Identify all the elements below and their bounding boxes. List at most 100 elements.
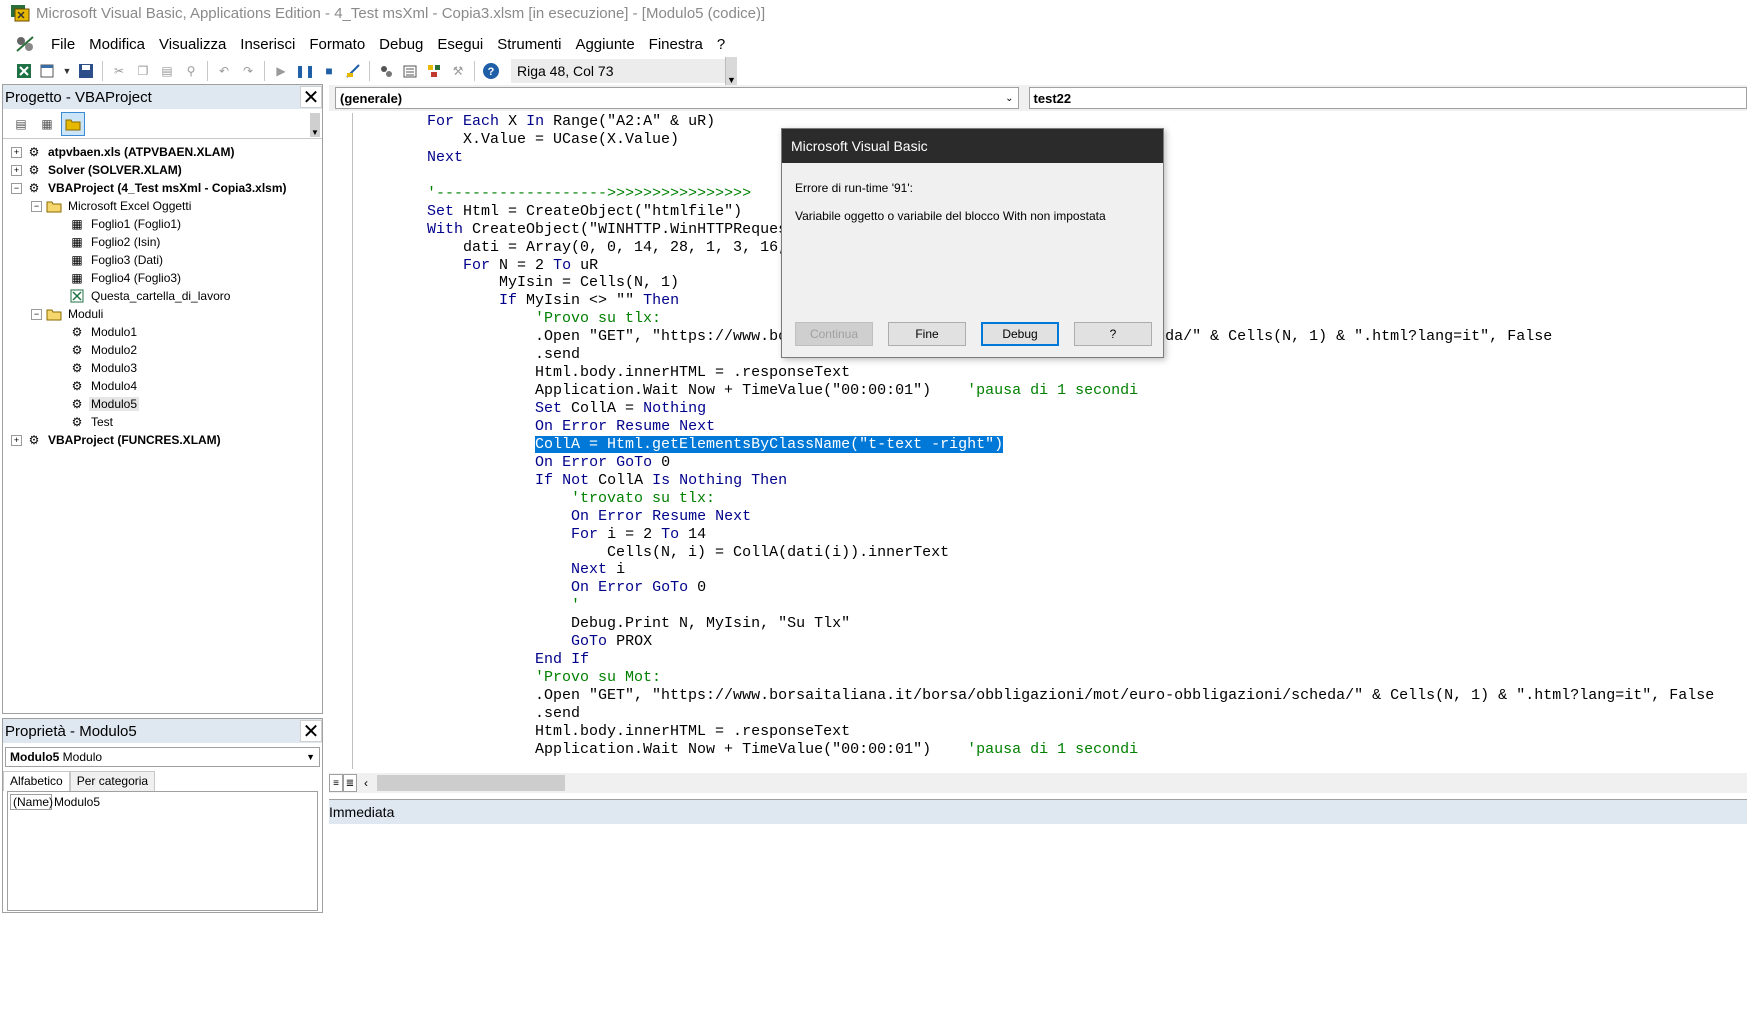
property-value[interactable]: Modulo5: [52, 795, 100, 809]
cut-icon[interactable]: ✂: [108, 60, 130, 82]
menu-file[interactable]: File: [44, 36, 82, 53]
code-line[interactable]: End If: [355, 651, 1747, 669]
menu-formato[interactable]: Formato: [302, 36, 372, 53]
tree-node-foglio3[interactable]: ▦ Foglio3 (Dati): [3, 251, 322, 269]
excel-view-icon[interactable]: [13, 60, 35, 82]
code-line[interactable]: Html.body.innerHTML = .responseText: [355, 364, 1747, 382]
end-button[interactable]: Fine: [888, 322, 966, 346]
procedure-combo[interactable]: test22: [1028, 87, 1747, 109]
properties-window-icon[interactable]: [399, 60, 421, 82]
object-browser-icon[interactable]: [423, 60, 445, 82]
project-explorer-icon[interactable]: [375, 60, 397, 82]
toolbox-icon[interactable]: ⚒: [447, 60, 469, 82]
close-icon[interactable]: ✕: [300, 720, 322, 743]
property-row[interactable]: (Name) Modulo5: [10, 794, 315, 810]
close-icon[interactable]: ✕: [300, 86, 322, 109]
redo-icon[interactable]: ↷: [237, 60, 259, 82]
expand-icon[interactable]: +: [11, 164, 22, 176]
code-line[interactable]: On Error GoTo 0: [355, 454, 1747, 472]
code-line[interactable]: Cells(N, i) = CollA(dati(i)).innerText: [355, 544, 1747, 562]
paste-icon[interactable]: ▤: [156, 60, 178, 82]
tab-per-categoria[interactable]: Per categoria: [69, 771, 156, 791]
code-line[interactable]: Debug.Print N, MyIsin, "Su Tlx": [355, 615, 1747, 633]
save-icon[interactable]: [75, 60, 97, 82]
tree-node-atpvbaen[interactable]: + ⚙ atpvbaen.xls (ATPVBAEN.XLAM): [3, 143, 322, 161]
scroll-left-icon[interactable]: ‹: [357, 776, 375, 790]
horizontal-scrollbar[interactable]: ≡ ≣ ‹: [329, 773, 1747, 793]
expand-icon[interactable]: +: [11, 146, 22, 158]
tree-node-modulo2[interactable]: ⚙ Modulo2: [3, 341, 322, 359]
break-icon[interactable]: ❚❚: [294, 60, 316, 82]
tree-node-foglio1[interactable]: ▦ Foglio1 (Foglio1): [3, 215, 322, 233]
code-line[interactable]: .send: [355, 705, 1747, 723]
collapse-icon[interactable]: −: [31, 200, 42, 212]
code-line[interactable]: Application.Wait Now + TimeValue("00:00:…: [355, 741, 1747, 759]
menu-inserisci[interactable]: Inserisci: [233, 36, 302, 53]
tree-node-modulo5[interactable]: ⚙ Modulo5: [3, 395, 322, 413]
tree-node-funcres[interactable]: + ⚙ VBAProject (FUNCRES.XLAM): [3, 431, 322, 449]
code-line[interactable]: ': [355, 597, 1747, 615]
menu-strumenti[interactable]: Strumenti: [490, 36, 568, 53]
code-margin[interactable]: [329, 113, 353, 769]
toggle-folders-icon[interactable]: [61, 111, 85, 136]
copy-icon[interactable]: ❐: [132, 60, 154, 82]
reset-icon[interactable]: ■: [318, 60, 340, 82]
tree-node-foglio4[interactable]: ▦ Foglio4 (Foglio3): [3, 269, 322, 287]
code-line[interactable]: Html.body.innerHTML = .responseText: [355, 723, 1747, 741]
tab-alfabetico[interactable]: Alfabetico: [3, 771, 70, 791]
code-line[interactable]: On Error Resume Next: [355, 508, 1747, 526]
tree-node-solver[interactable]: + ⚙ Solver (SOLVER.XLAM): [3, 161, 322, 179]
code-line[interactable]: CollA = Html.getElementsByClassName("t-t…: [355, 435, 1747, 454]
tree-node-excel-objects[interactable]: − Microsoft Excel Oggetti: [3, 197, 322, 215]
code-line[interactable]: GoTo PROX: [355, 633, 1747, 651]
view-code-icon[interactable]: ▤: [9, 112, 33, 136]
menu-visualizza[interactable]: Visualizza: [152, 36, 233, 53]
scroll-down-icon[interactable]: ▼: [310, 113, 320, 137]
code-line[interactable]: .Open "GET", "https://www.borsaitaliana.…: [355, 687, 1747, 705]
full-module-view-icon[interactable]: ≣: [343, 774, 357, 792]
menu-help[interactable]: ?: [710, 36, 732, 53]
tree-node-modulo4[interactable]: ⚙ Modulo4: [3, 377, 322, 395]
run-icon[interactable]: ▶: [270, 60, 292, 82]
tree-node-modulo3[interactable]: ⚙ Modulo3: [3, 359, 322, 377]
collapse-icon[interactable]: −: [31, 308, 42, 320]
code-line[interactable]: 'trovato su tlx:: [355, 490, 1747, 508]
scrollbar-thumb[interactable]: [377, 775, 565, 791]
code-line[interactable]: On Error GoTo 0: [355, 579, 1747, 597]
code-line[interactable]: Next i: [355, 561, 1747, 579]
insert-module-icon[interactable]: [37, 60, 59, 82]
code-line[interactable]: Set CollA = Nothing: [355, 400, 1747, 418]
code-line[interactable]: 'Provo su Mot:: [355, 669, 1747, 687]
tree-node-moduli[interactable]: − Moduli: [3, 305, 322, 323]
object-combo[interactable]: (generale) ⌄: [335, 87, 1019, 109]
tree-node-foglio2[interactable]: ▦ Foglio2 (Isin): [3, 233, 322, 251]
menu-aggiunte[interactable]: Aggiunte: [568, 36, 641, 53]
menu-finestra[interactable]: Finestra: [642, 36, 710, 53]
debug-button[interactable]: Debug: [981, 322, 1059, 346]
tree-node-workbook[interactable]: Questa_cartella_di_lavoro: [3, 287, 322, 305]
menu-debug[interactable]: Debug: [372, 36, 430, 53]
help-icon[interactable]: ?: [480, 60, 502, 82]
menu-modifica[interactable]: Modifica: [82, 36, 152, 53]
module-icon: ⚙: [71, 415, 83, 429]
expand-icon[interactable]: +: [11, 434, 22, 446]
code-line[interactable]: Application.Wait Now + TimeValue("00:00:…: [355, 382, 1747, 400]
view-object-icon[interactable]: ▦: [35, 112, 59, 136]
tree-node-modulo1[interactable]: ⚙ Modulo1: [3, 323, 322, 341]
find-icon[interactable]: ⚲: [180, 60, 202, 82]
insert-dropdown-icon[interactable]: ▼: [61, 60, 73, 82]
code-line[interactable]: If Not CollA Is Nothing Then: [355, 472, 1747, 490]
help-button[interactable]: ?: [1074, 322, 1152, 346]
design-mode-icon[interactable]: [342, 60, 364, 82]
toolbar-options-icon[interactable]: ▼: [725, 57, 737, 85]
menu-esegui[interactable]: Esegui: [430, 36, 490, 53]
undo-icon[interactable]: ↶: [213, 60, 235, 82]
procedure-view-icon[interactable]: ≡: [329, 774, 343, 792]
object-selector[interactable]: Modulo5 Modulo ▼: [5, 747, 320, 767]
collapse-icon[interactable]: −: [11, 182, 22, 194]
tree-node-test[interactable]: ⚙ Test: [3, 413, 322, 431]
tree-node-vbaproject[interactable]: − ⚙ VBAProject (4_Test msXml - Copia3.xl…: [3, 179, 322, 197]
code-line[interactable]: On Error Resume Next: [355, 418, 1747, 436]
code-line[interactable]: For i = 2 To 14: [355, 526, 1747, 544]
continue-button[interactable]: Continua: [795, 322, 873, 346]
